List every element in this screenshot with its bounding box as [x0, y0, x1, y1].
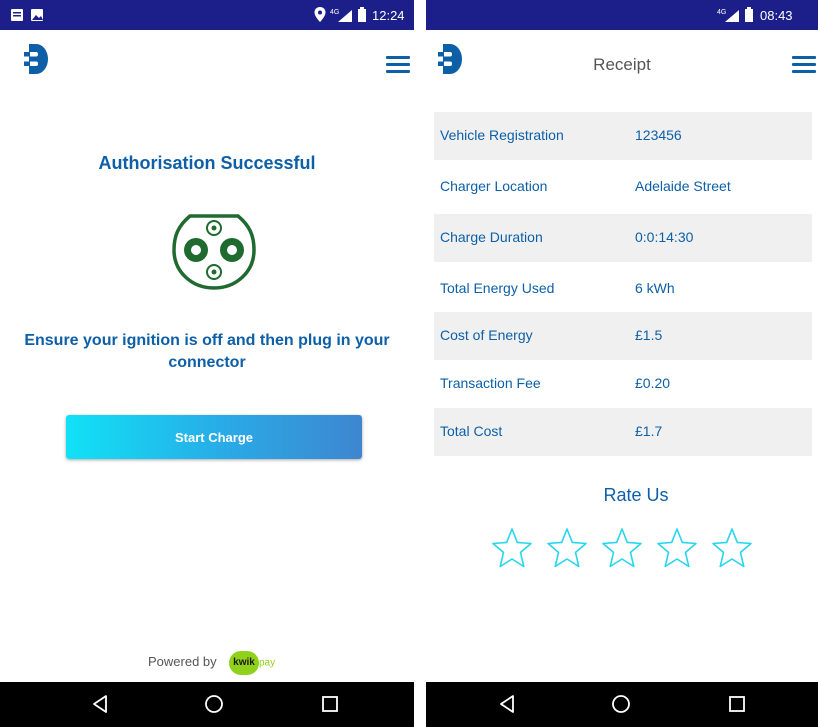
authorisation-screen: 4G 12:24 Authorisation Successful Ensure… [0, 0, 414, 727]
authorisation-title: Authorisation Successful [98, 153, 316, 173]
navigation-bar [426, 682, 818, 727]
plug-in-instruction: Ensure your ignition is off and then plu… [24, 332, 390, 371]
menu-icon[interactable] [386, 56, 410, 74]
receipt-value: 123456 [635, 127, 682, 143]
image-icon [31, 9, 43, 21]
receipt-row: Cost of Energy £1.5 [434, 312, 812, 360]
star-icon[interactable] [655, 526, 699, 570]
status-bar: 4G 08:43 [426, 0, 818, 30]
receipt-value: 6 kWh [635, 280, 675, 296]
receipt-value: £1.7 [635, 423, 663, 439]
kwik-badge: kwik [229, 651, 259, 675]
location-icon [314, 7, 326, 22]
pay-text: pay [259, 657, 276, 669]
receipt-row: Charger Location Adelaide Street [434, 163, 812, 211]
powered-by-label: Powered by [148, 654, 217, 669]
receipt-row: Vehicle Registration 123456 [434, 112, 812, 160]
receipt-label: Total Cost [440, 423, 503, 439]
menu-icon[interactable] [792, 56, 816, 74]
back-icon[interactable] [498, 694, 518, 714]
status-time: 08:43 [760, 8, 793, 23]
start-charge-button[interactable]: Start Charge [66, 415, 362, 459]
star-icon[interactable] [545, 526, 589, 570]
rate-us-title: Rate Us [603, 485, 669, 505]
receipt-row: Total Energy Used 6 kWh [434, 265, 812, 313]
battery-icon [745, 7, 753, 22]
receipt-label: Charger Location [440, 178, 548, 194]
page-title: Receipt [593, 55, 651, 74]
receipt-value: Adelaide Street [635, 178, 731, 194]
receipt-row: Charge Duration 0:0:14:30 [434, 214, 812, 262]
receipt-label: Total Energy Used [440, 280, 555, 296]
back-icon[interactable] [91, 694, 111, 714]
star-icon[interactable] [490, 526, 534, 570]
recents-icon[interactable] [320, 694, 340, 714]
svg-text:4G: 4G [717, 9, 726, 16]
notification-icon [11, 9, 23, 21]
star-icon[interactable] [710, 526, 754, 570]
kwikpay-logo: kwik pay [229, 651, 275, 675]
home-icon[interactable] [611, 694, 631, 714]
recents-icon[interactable] [727, 694, 747, 714]
star-icon[interactable] [600, 526, 644, 570]
logo-icon [24, 44, 48, 74]
receipt-row: Total Cost £1.7 [434, 408, 812, 456]
signal-icon: 4G [330, 9, 352, 22]
status-time: 12:24 [372, 8, 405, 23]
battery-icon [358, 7, 366, 22]
navigation-bar [0, 682, 414, 727]
receipt-screen: 4G 08:43 Receipt Vehicle Registration 12… [426, 0, 818, 727]
receipt-label: Charge Duration [440, 229, 543, 245]
receipt-value: £0.20 [635, 375, 671, 391]
receipt-label: Transaction Fee [440, 375, 541, 391]
receipt-value: 0:0:14:30 [635, 229, 694, 245]
connector-icon [172, 214, 256, 290]
home-icon[interactable] [204, 694, 224, 714]
receipt-value: £1.5 [635, 327, 663, 343]
receipt-label: Cost of Energy [440, 327, 533, 343]
svg-text:4G: 4G [330, 9, 339, 16]
receipt-row: Transaction Fee £0.20 [434, 360, 812, 408]
status-bar: 4G 12:24 [0, 0, 414, 30]
receipt-label: Vehicle Registration [440, 127, 564, 143]
signal-icon: 4G [717, 9, 739, 22]
